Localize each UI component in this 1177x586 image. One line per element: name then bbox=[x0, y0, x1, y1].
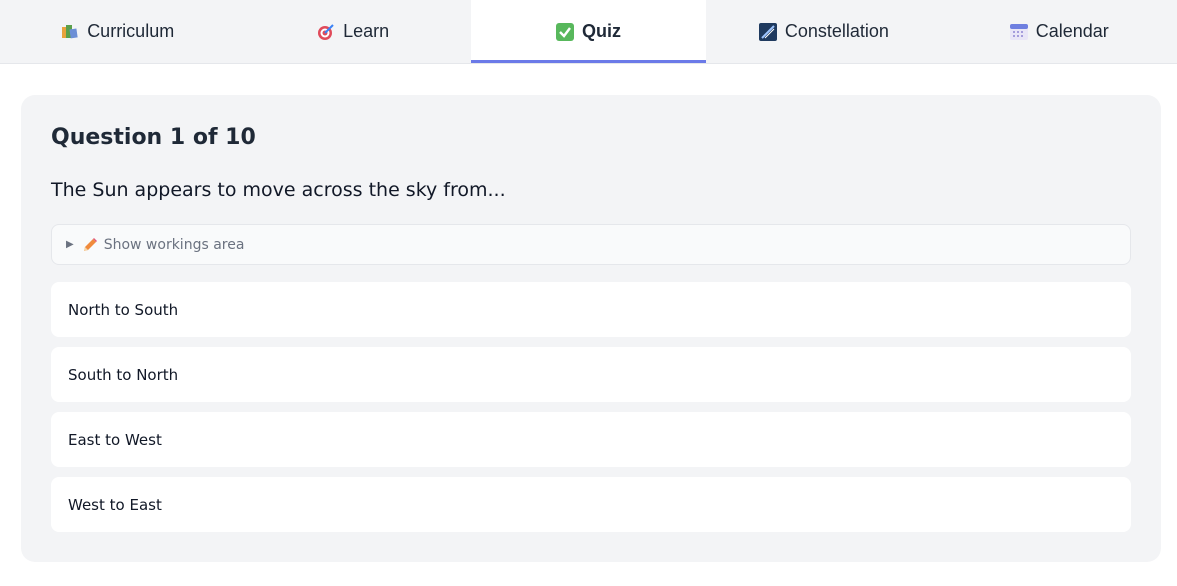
tab-constellation[interactable]: Constellation bbox=[706, 0, 941, 63]
tab-curriculum-label: Curriculum bbox=[87, 21, 175, 41]
answer-option[interactable]: East to West bbox=[51, 412, 1131, 467]
tab-quiz[interactable]: Quiz bbox=[470, 0, 707, 63]
expand-triangle-icon: ▶ bbox=[66, 239, 74, 250]
pencil-icon bbox=[82, 237, 98, 253]
tab-constellation-label: Constellation bbox=[784, 21, 889, 41]
answer-option[interactable]: North to South bbox=[51, 282, 1131, 337]
books-icon bbox=[61, 23, 79, 41]
quiz-card: Question 1 of 10 The Sun appears to move… bbox=[21, 95, 1161, 562]
checkmark-icon bbox=[555, 22, 574, 41]
target-icon bbox=[317, 23, 335, 41]
answer-option[interactable]: West to East bbox=[51, 477, 1131, 532]
workings-toggle[interactable]: ▶ Show workings area bbox=[51, 224, 1131, 265]
tab-curriculum[interactable]: Curriculum bbox=[0, 0, 235, 63]
workings-label: Show workings area bbox=[103, 236, 245, 253]
tab-learn-label: Learn bbox=[343, 21, 390, 41]
question-text: The Sun appears to move across the sky f… bbox=[51, 179, 506, 201]
tab-learn[interactable]: Learn bbox=[235, 0, 470, 63]
question-counter: Question 1 of 10 bbox=[51, 125, 256, 150]
tab-bar: Curriculum Learn Quiz Constellation Cale… bbox=[0, 0, 1177, 64]
tab-calendar[interactable]: Calendar bbox=[942, 0, 1177, 63]
tab-quiz-label: Quiz bbox=[581, 21, 621, 41]
constellation-icon bbox=[758, 22, 777, 41]
tab-calendar-label: Calendar bbox=[1035, 21, 1109, 41]
answer-option[interactable]: South to North bbox=[51, 347, 1131, 402]
calendar-icon bbox=[1009, 23, 1028, 41]
